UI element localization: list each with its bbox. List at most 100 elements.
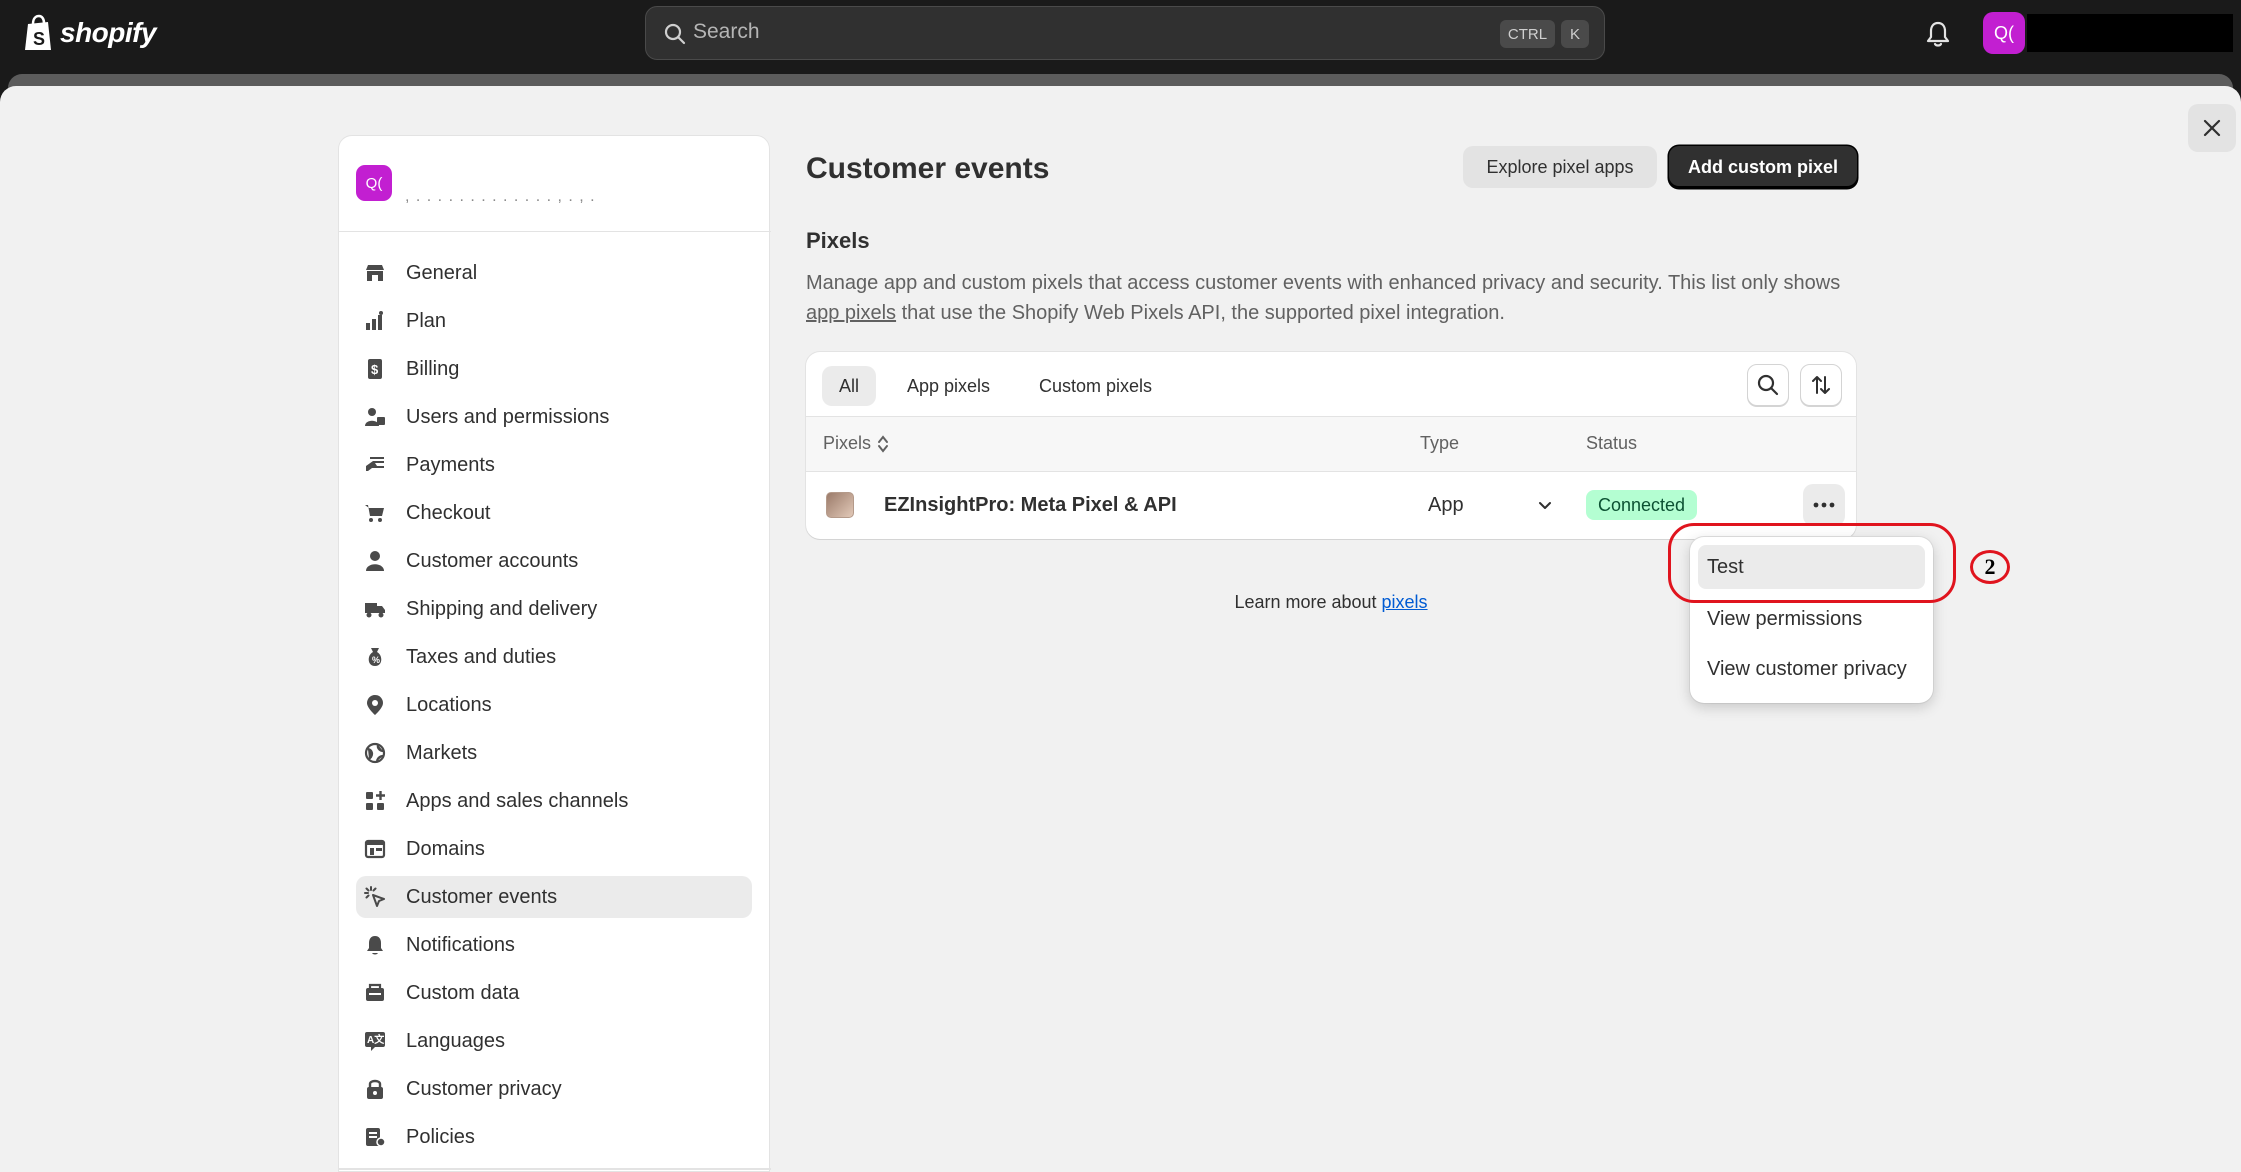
sidebar-divider xyxy=(339,1168,771,1170)
plan-icon xyxy=(366,311,383,330)
chevron-down-icon[interactable] xyxy=(1536,496,1554,514)
sidebar-item-policies[interactable]: Policies xyxy=(356,1116,752,1158)
sidebar-item-customer-accounts[interactable]: Customer accounts xyxy=(356,540,752,582)
more-actions-button[interactable] xyxy=(1803,484,1845,526)
column-header-type: Type xyxy=(1420,433,1460,453)
sidebar-item-plan[interactable]: Plan xyxy=(356,300,752,342)
sidebar-item-label: Users and permissions xyxy=(406,406,610,428)
search-filter-button[interactable] xyxy=(1747,364,1789,406)
sidebar-item-apps-and-sales-channels[interactable]: Apps and sales channels xyxy=(356,780,752,822)
sidebar-item-label: Languages xyxy=(406,1030,505,1052)
shortcut-k-key: K xyxy=(1561,20,1589,48)
sidebar-item-label: Plan xyxy=(406,310,447,332)
sidebar-item-payments[interactable]: Payments xyxy=(356,444,752,486)
description-text-end: that use the Shopify Web Pixels API, the… xyxy=(896,302,1505,324)
domains-icon xyxy=(364,839,386,859)
lock-icon xyxy=(367,1079,383,1099)
sidebar-item-general[interactable]: General xyxy=(356,252,752,294)
annotation-step-number: 2 xyxy=(1970,550,2010,584)
svg-text:$: $ xyxy=(371,362,379,377)
table-row[interactable]: EZInsightPro: Meta Pixel & API App Conne… xyxy=(806,472,1856,538)
sidebar-item-languages[interactable]: A文 Languages xyxy=(356,1020,752,1062)
app-pixels-link[interactable]: app pixels xyxy=(806,302,896,324)
cart-icon xyxy=(365,505,384,522)
data-icon xyxy=(366,983,384,1001)
account-avatar[interactable]: Q( xyxy=(1983,12,2025,54)
sidebar-item-custom-data[interactable]: Custom data xyxy=(356,972,752,1014)
tax-icon: % xyxy=(368,648,382,666)
logo-text: shopify xyxy=(60,17,157,48)
search-icon xyxy=(1757,374,1779,396)
globe-icon xyxy=(364,742,386,764)
redacted-account-name xyxy=(2027,14,2233,52)
store-icon xyxy=(366,265,384,281)
sidebar-item-taxes-and-duties[interactable]: % Taxes and duties xyxy=(356,636,752,678)
users-icon xyxy=(365,408,385,426)
add-custom-pixel-button[interactable]: Add custom pixel xyxy=(1669,146,1857,188)
sidebar-item-markets[interactable]: Markets xyxy=(356,732,752,774)
sidebar-item-label: Taxes and duties xyxy=(406,646,557,668)
status-badge: Connected xyxy=(1586,490,1698,520)
notifications-bell-icon[interactable] xyxy=(1925,20,1951,48)
policy-icon xyxy=(366,1128,386,1147)
svg-text:A文: A文 xyxy=(367,1033,385,1046)
sidebar-item-label: Domains xyxy=(406,838,485,860)
language-icon: A文 xyxy=(365,1032,385,1051)
sidebar-item-billing[interactable]: $ Billing xyxy=(356,348,752,390)
sort-chevrons-icon xyxy=(878,434,889,453)
sidebar-item-label: Shipping and delivery xyxy=(406,598,598,620)
section-description: Manage app and custom pixels that access… xyxy=(806,268,1866,328)
column-header-pixels[interactable]: Pixels xyxy=(823,433,889,454)
sidebar-item-locations[interactable]: Locations xyxy=(356,684,752,726)
sidebar-item-shipping-and-delivery[interactable]: Shipping and delivery xyxy=(356,588,752,630)
sidebar-item-label: Customer accounts xyxy=(406,550,579,572)
svg-text:S: S xyxy=(33,29,45,49)
sidebar-item-label: Markets xyxy=(406,742,478,764)
menu-item-test[interactable]: Test xyxy=(1698,545,1925,589)
description-text: Manage app and custom pixels that access… xyxy=(806,272,1841,294)
explore-pixel-apps-button[interactable]: Explore pixel apps xyxy=(1463,146,1657,188)
sidebar-item-checkout[interactable]: Checkout xyxy=(356,492,752,534)
sidebar-item-label: Billing xyxy=(406,358,460,380)
shopify-logo[interactable]: S shopify xyxy=(22,14,157,52)
tab-app-pixels[interactable]: App pixels xyxy=(890,366,1007,406)
close-icon xyxy=(2203,119,2221,137)
section-title: Pixels xyxy=(806,228,870,253)
pixels-table-card: All App pixels Custom pixels Pixels Type… xyxy=(806,352,1856,539)
sidebar-item-notifications[interactable]: Notifications xyxy=(356,924,752,966)
search-bar[interactable]: Search CTRL K xyxy=(645,6,1605,60)
search-icon xyxy=(664,23,686,45)
sidebar-item-label: Apps and sales channels xyxy=(406,790,629,812)
payments-icon xyxy=(366,457,384,471)
pixels-help-link[interactable]: pixels xyxy=(1382,592,1428,612)
top-bar: S shopify Search CTRL K Q( xyxy=(0,0,2241,66)
menu-item-view-permissions[interactable]: View permissions xyxy=(1698,597,1925,641)
close-settings-button[interactable] xyxy=(2188,104,2236,152)
sidebar-item-customer-events[interactable]: Customer events xyxy=(356,876,752,918)
pixel-actions-menu: Test View permissions View customer priv… xyxy=(1690,537,1933,703)
sidebar-item-customer-privacy[interactable]: Customer privacy xyxy=(356,1068,752,1110)
menu-item-view-customer-privacy[interactable]: View customer privacy xyxy=(1698,647,1925,691)
sidebar-item-label: Custom data xyxy=(406,982,520,1004)
column-header-status: Status xyxy=(1586,433,1638,453)
tab-all[interactable]: All xyxy=(822,366,877,406)
search-placeholder: Search xyxy=(693,20,760,43)
column-label-pixels: Pixels xyxy=(823,433,872,453)
sort-button[interactable] xyxy=(1800,364,1842,406)
person-icon xyxy=(366,551,384,571)
pixel-type: App xyxy=(1428,494,1464,516)
settings-nav: General Plan $ Billing Users and permiss… xyxy=(356,252,752,1164)
page-title: Customer events xyxy=(806,152,1050,185)
sidebar-item-users-and-permissions[interactable]: Users and permissions xyxy=(356,396,752,438)
sidebar-item-label: Policies xyxy=(406,1126,475,1148)
tab-custom-pixels[interactable]: Custom pixels xyxy=(1022,366,1169,406)
sidebar-item-domains[interactable]: Domains xyxy=(356,828,752,870)
shopify-bag-icon: S xyxy=(25,14,51,50)
store-header[interactable]: Q( , . . . . . . . . . . . . . , . , . xyxy=(339,136,771,232)
billing-icon: $ xyxy=(368,359,382,379)
table-header: Pixels Type Status xyxy=(806,416,1856,472)
shortcut-ctrl-key: CTRL xyxy=(1500,20,1555,48)
sidebar-item-label: General xyxy=(406,262,478,284)
sidebar-item-label: Checkout xyxy=(406,502,491,524)
sort-arrows-icon xyxy=(1812,376,1830,394)
